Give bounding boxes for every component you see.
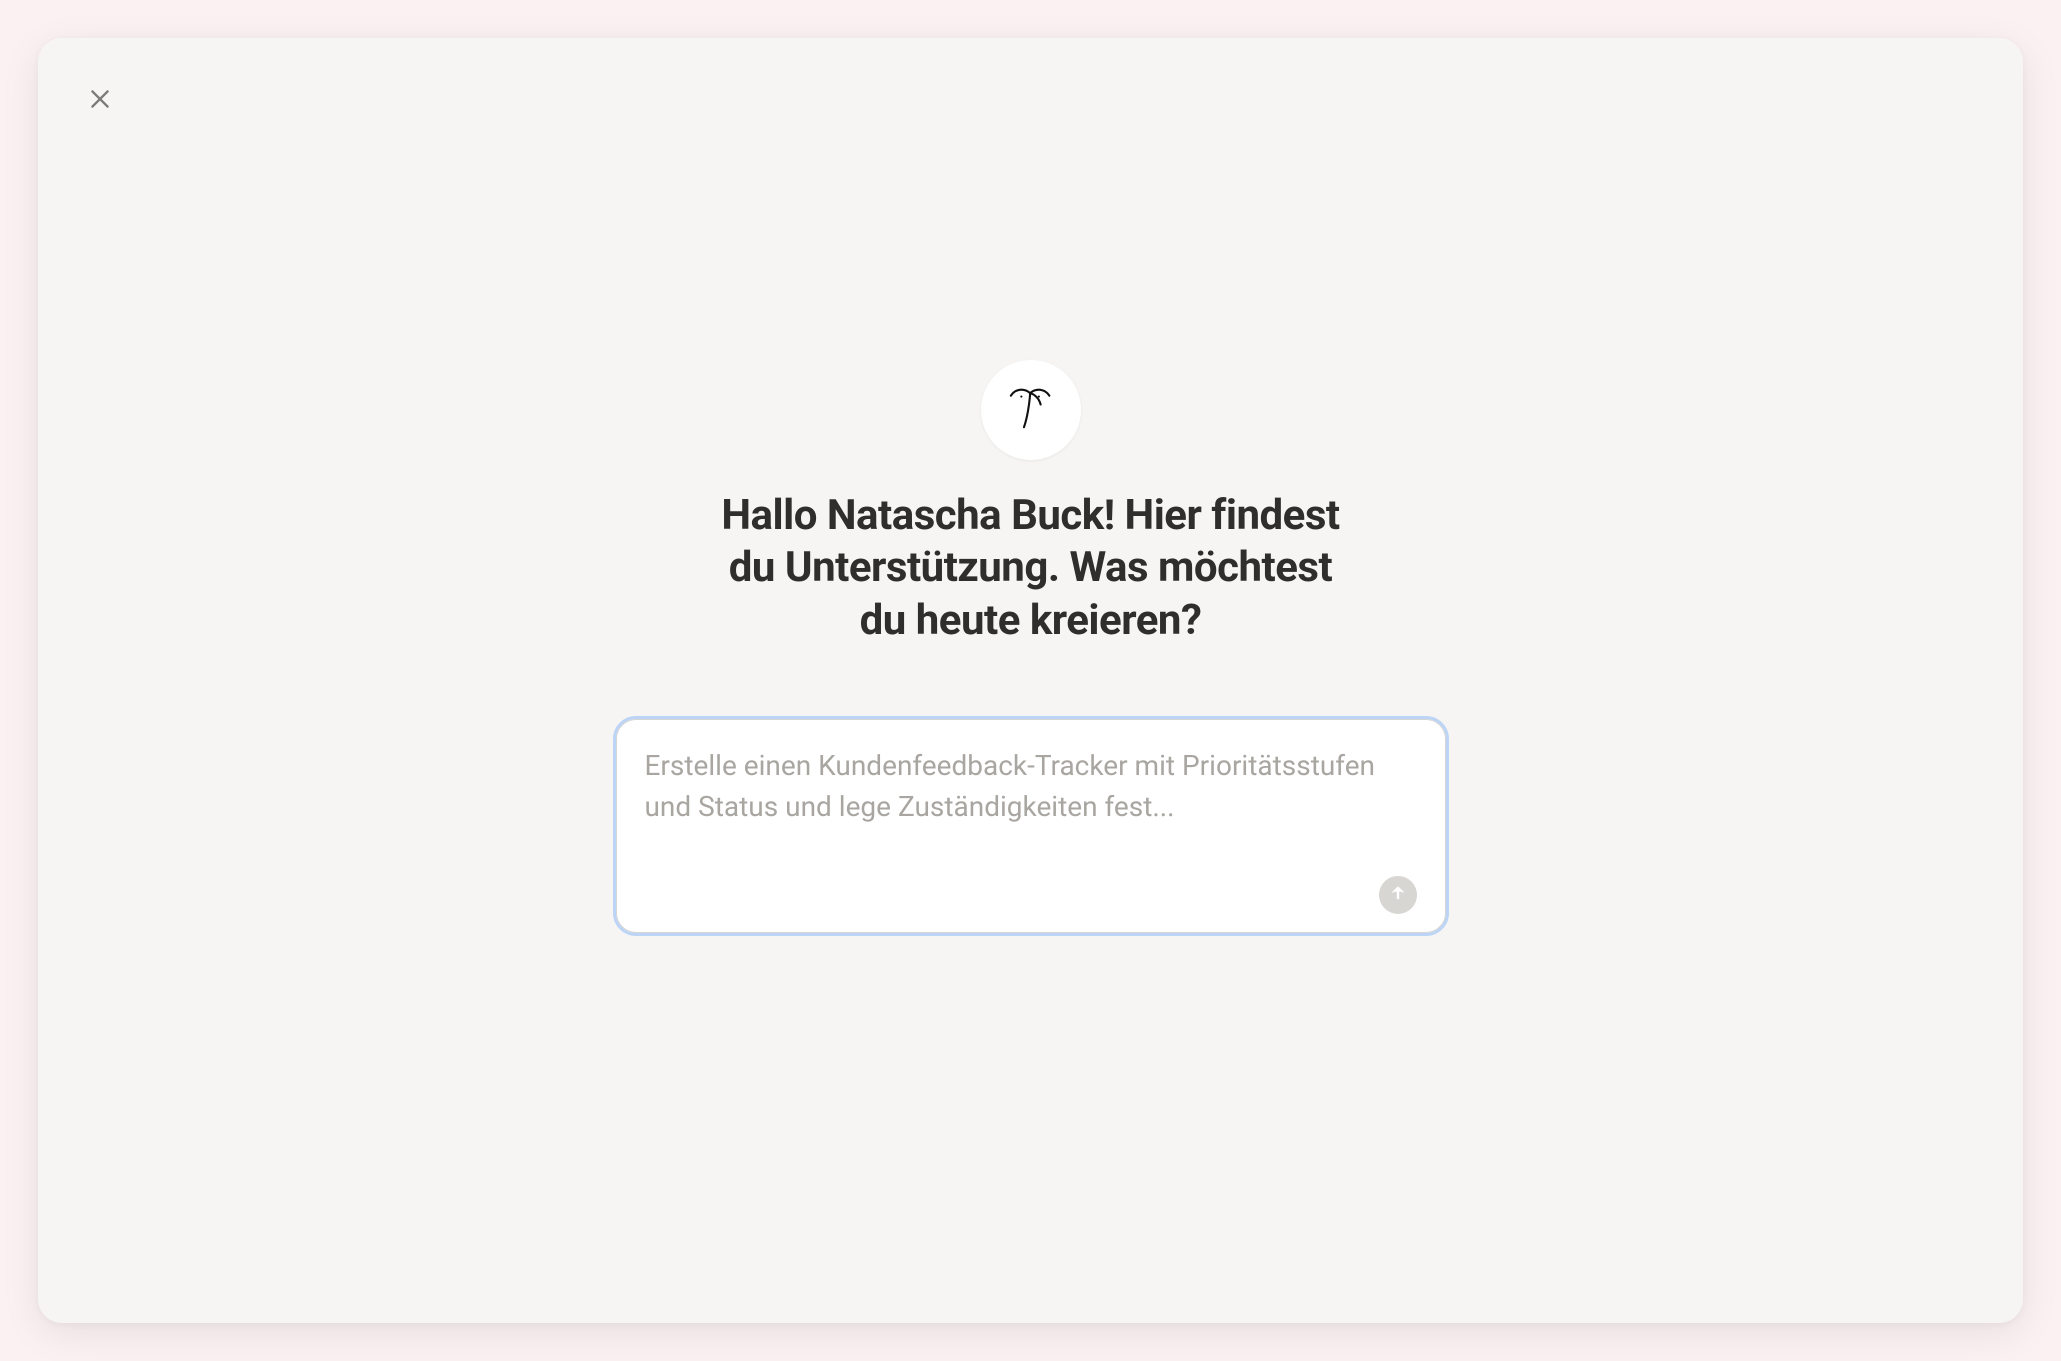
palm-tree-icon [1003,379,1059,439]
close-button[interactable] [80,80,120,120]
send-button[interactable] [1379,876,1417,914]
modal-content: Hallo Natascha Buck! Hier findest du Unt… [606,359,1456,932]
assistant-modal: Hallo Natascha Buck! Hier findest du Unt… [38,38,2023,1323]
prompt-box[interactable] [616,719,1446,933]
arrow-up-icon [1388,883,1408,906]
prompt-input[interactable] [645,746,1417,868]
greeting-heading: Hallo Natascha Buck! Hier findest du Unt… [711,489,1351,647]
close-icon [87,86,113,115]
app-logo [981,359,1081,459]
prompt-footer [645,876,1417,914]
